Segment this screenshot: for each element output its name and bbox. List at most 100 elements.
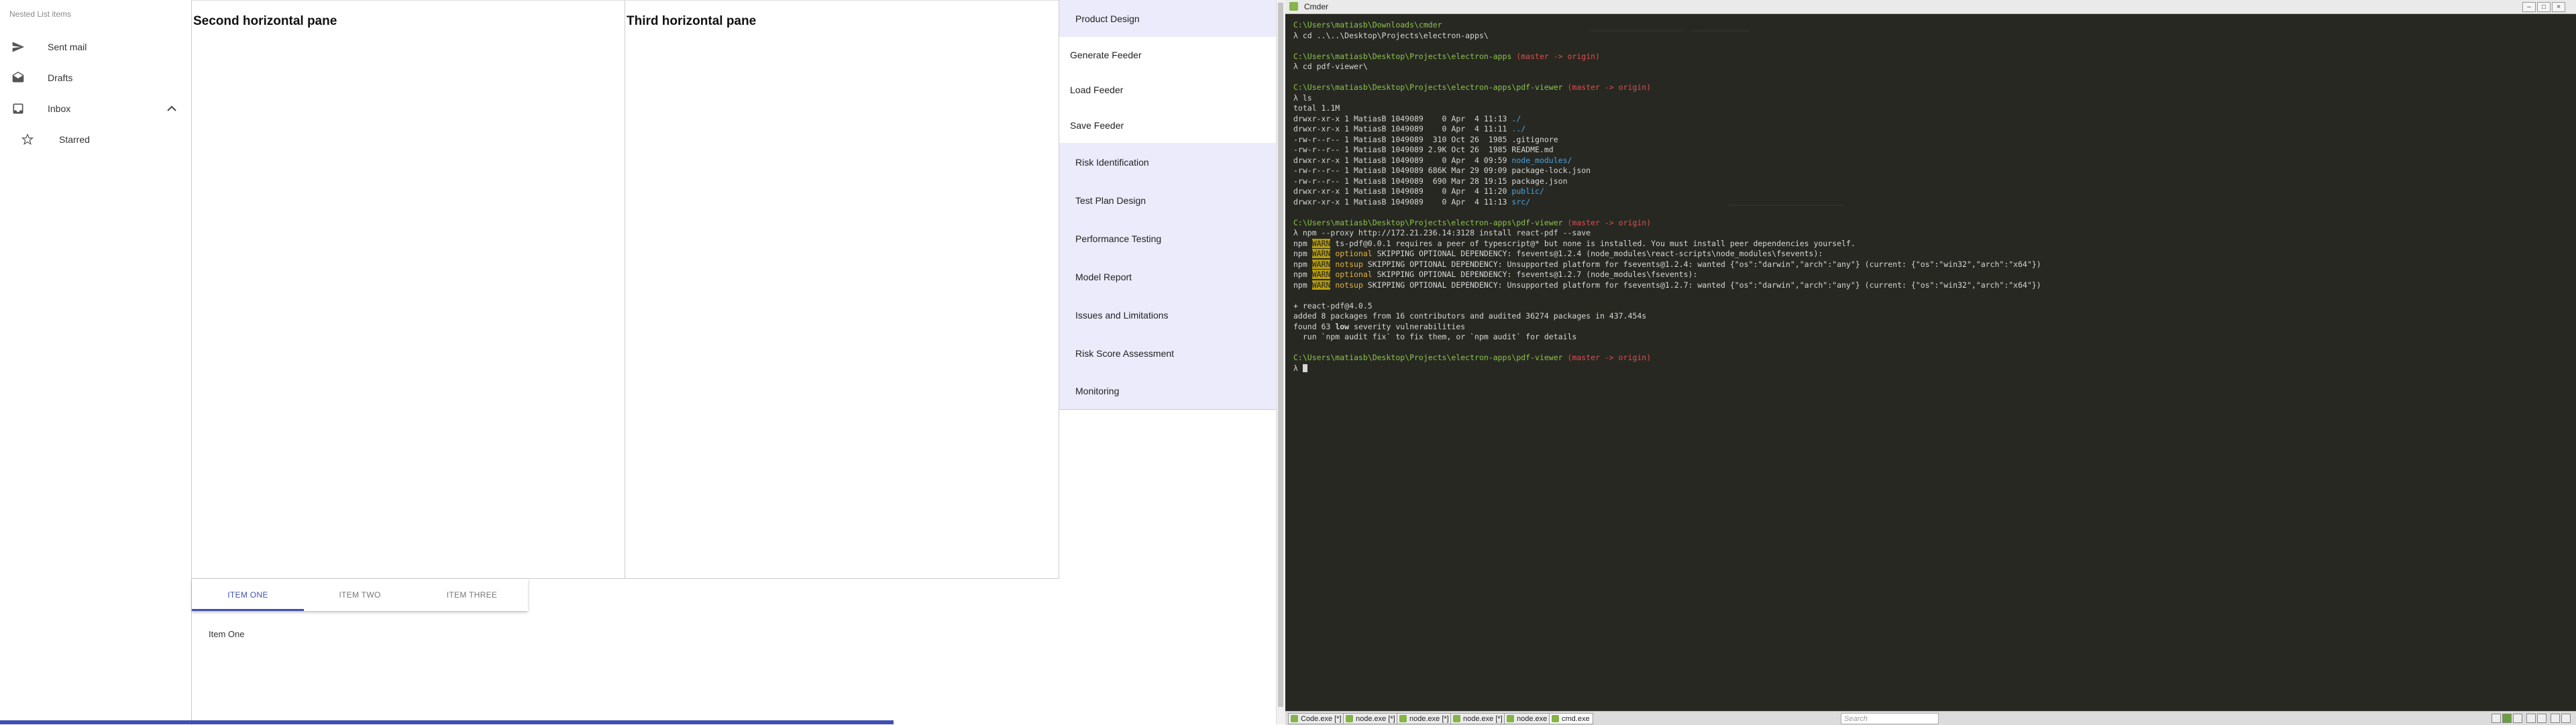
- terminal-text: added 8 packages from 16 contributors an…: [1293, 311, 1647, 321]
- terminal-text: found 63: [1293, 321, 1336, 331]
- console-tab-label: node.exe: [1517, 714, 1548, 723]
- list-item-label: Sent mail: [48, 42, 87, 52]
- terminal-text: λ ls: [1293, 93, 1312, 103]
- terminal-text: npm: [1293, 270, 1312, 279]
- terminal-text: SKIPPING OPTIONAL DEPENDENCY: fsevents@1…: [1372, 270, 1698, 279]
- close-icon[interactable]: ×: [2552, 2, 2565, 12]
- console-tab-active[interactable]: cmd.exe: [1549, 713, 1593, 724]
- menu-item-label: Load Feeder: [1070, 85, 1124, 95]
- menu-item-label: Save Feeder: [1070, 119, 1124, 131]
- list-item-drafts[interactable]: Drafts: [0, 64, 191, 91]
- menu-item-label: Performance Testing: [1075, 233, 1162, 244]
- terminal-text: severity vulnerabilities: [1349, 321, 1466, 331]
- terminal-text: (master -> origin): [1567, 217, 1652, 227]
- inbox-icon: [11, 101, 25, 116]
- nested-list: Nested List items Sent mail Drafts Inbox…: [0, 0, 191, 724]
- menu-item-monitoring[interactable]: Monitoring: [1059, 372, 1277, 410]
- terminal-line: npm WARN optional SKIPPING OPTIONAL DEPE…: [1293, 249, 2041, 260]
- chevron-up-icon[interactable]: [167, 103, 176, 114]
- terminal-line: npm WARN notsup SKIPPING OPTIONAL DEPEND…: [1293, 280, 2041, 291]
- console-tab[interactable]: node.exe: [1504, 713, 1551, 724]
- terminal-line: C:\Users\matiasb\Desktop\Projects\electr…: [1293, 82, 2041, 93]
- dropdown-icon[interactable]: [2513, 714, 2522, 723]
- split-icon[interactable]: [2526, 714, 2536, 723]
- window-titlebar: Cmder – □ ×: [1285, 0, 2576, 14]
- menu-item-risk-score-assessment[interactable]: Risk Score Assessment: [1059, 334, 1277, 372]
- terminal-text: drwxr-xr-x 1 MatiasB 1049089 0 Apr 4 11:…: [1293, 197, 1512, 207]
- tab-item-three[interactable]: ITEM THREE: [416, 579, 528, 611]
- tab-item-one[interactable]: ITEM ONE: [192, 579, 304, 611]
- list-item-sent-mail[interactable]: Sent mail: [0, 34, 191, 60]
- minimize-icon[interactable]: –: [2522, 2, 2536, 12]
- terminal-text: notsup: [1330, 280, 1363, 290]
- terminal-text: WARN: [1311, 238, 1331, 248]
- terminal-text: npm: [1293, 238, 1312, 248]
- send-icon: [11, 40, 25, 54]
- horizontal-scrollbar[interactable]: [0, 720, 894, 724]
- terminal-text: src/: [1511, 197, 1531, 207]
- terminal-line: run `npm audit fix` to fix them, or `npm…: [1293, 332, 2041, 343]
- menu-item-generate-feeder[interactable]: Generate Feeder: [1059, 37, 1277, 72]
- terminal-text: -rw-r--r-- 1 MatiasB 1049089 310 Oct 26 …: [1293, 134, 1558, 144]
- cmder-terminal-window[interactable]: Cmder – □ × ───────────────────── ──────…: [1285, 0, 2576, 725]
- menu-item-performance-testing[interactable]: Performance Testing: [1059, 219, 1277, 258]
- tab-indicator: [192, 609, 304, 611]
- terminal-line: C:\Users\matiasb\Desktop\Projects\electr…: [1293, 353, 2041, 364]
- terminal-text: optional: [1330, 270, 1373, 279]
- terminal-text: -rw-r--r-- 1 MatiasB 1049089 686K Mar 29…: [1293, 166, 1591, 175]
- terminal-text: -rw-r--r-- 1 MatiasB 1049089 2.9K Oct 26…: [1293, 145, 1554, 154]
- menu-item-label: Monitoring: [1075, 385, 1120, 396]
- console-tab[interactable]: node.exe [*]: [1343, 713, 1399, 724]
- terminal-line: drwxr-xr-x 1 MatiasB 1049089 0 Apr 4 11:…: [1293, 186, 2041, 197]
- tab-item-two[interactable]: ITEM TWO: [304, 579, 416, 611]
- terminal-text: WARN: [1311, 280, 1331, 290]
- menu-item-label: Risk Identification: [1075, 156, 1149, 168]
- terminal-text: C:\Users\matiasb\Desktop\Projects\electr…: [1293, 82, 1568, 92]
- terminal-line: λ: [1293, 364, 2041, 374]
- second-horizontal-pane: Second horizontal pane: [192, 1, 625, 579]
- list-item-inbox[interactable]: Inbox: [0, 95, 191, 122]
- console-tab[interactable]: node.exe [*]: [1450, 713, 1506, 724]
- console-tab-label: Code.exe [*]: [1301, 714, 1342, 723]
- terminal-text: npm: [1293, 280, 1312, 290]
- menu-item-label: Test Plan Design: [1075, 194, 1146, 206]
- terminal-text: C:\Users\matiasb\Desktop\Projects\electr…: [1293, 51, 1517, 61]
- terminal-line: drwxr-xr-x 1 MatiasB 1049089 0 Apr 4 11:…: [1293, 124, 2041, 135]
- menu-item-save-feeder[interactable]: Save Feeder: [1059, 107, 1277, 143]
- list-item-label: Drafts: [48, 72, 73, 83]
- drafts-icon: [11, 70, 25, 85]
- menu-item-model-report[interactable]: Model Report: [1059, 258, 1277, 296]
- menu-item-load-feeder[interactable]: Load Feeder: [1059, 72, 1277, 107]
- new-console-icon[interactable]: [2502, 714, 2512, 723]
- console-tab[interactable]: Code.exe [*]: [1288, 713, 1345, 724]
- settings-icon[interactable]: [2561, 714, 2571, 723]
- menu-item-label: Model Report: [1075, 271, 1132, 282]
- menu-item-issues-and-limitations[interactable]: Issues and Limitations: [1059, 296, 1277, 334]
- terminal-line: -rw-r--r-- 1 MatiasB 1049089 2.9K Oct 26…: [1293, 145, 2041, 156]
- terminal-text: C:\Users\matiasb\Desktop\Projects\electr…: [1293, 217, 1568, 227]
- cmder-app-icon: [1289, 2, 1298, 11]
- terminal-line: -rw-r--r-- 1 MatiasB 1049089 310 Oct 26 …: [1293, 135, 2041, 146]
- terminal-line: npm WARN optional SKIPPING OPTIONAL DEPE…: [1293, 270, 2041, 280]
- terminal-text: SKIPPING OPTIONAL DEPENDENCY: Unsupporte…: [1362, 259, 2041, 269]
- search-icon[interactable]: [2491, 714, 2501, 723]
- terminal-line: drwxr-xr-x 1 MatiasB 1049089 0 Apr 4 09:…: [1293, 156, 2041, 166]
- maximize-icon[interactable]: □: [2537, 2, 2551, 12]
- terminal-line: λ cd ..\..\Desktop\Projects\electron-app…: [1293, 31, 2041, 42]
- list-subheader: Nested List items: [9, 9, 72, 19]
- terminal-text: ./: [1511, 113, 1521, 123]
- scrollbar-thumb[interactable]: [1278, 3, 1283, 707]
- terminal-line: C:\Users\matiasb\Desktop\Projects\electr…: [1293, 52, 2041, 62]
- terminal-text: + react-pdf@4.0.5: [1293, 300, 1373, 311]
- layout-icon[interactable]: [2537, 714, 2546, 723]
- terminal-line: total 1.1M: [1293, 103, 2041, 114]
- menu-item-risk-identification[interactable]: Risk Identification: [1059, 143, 1277, 181]
- menu-icon[interactable]: [2551, 714, 2560, 723]
- console-tab[interactable]: node.exe [*]: [1397, 713, 1452, 724]
- menu-item-test-plan-design[interactable]: Test Plan Design: [1059, 181, 1277, 219]
- list-item-starred[interactable]: Starred: [0, 126, 191, 153]
- terminal-text: drwxr-xr-x 1 MatiasB 1049089 0 Apr 4 11:…: [1293, 124, 1512, 133]
- menu-item-product-design[interactable]: Product Design: [1059, 0, 1277, 37]
- search-input[interactable]: Search: [1841, 713, 1939, 724]
- terminal-text: λ npm --proxy http://172.21.236.14:3128 …: [1293, 228, 1591, 237]
